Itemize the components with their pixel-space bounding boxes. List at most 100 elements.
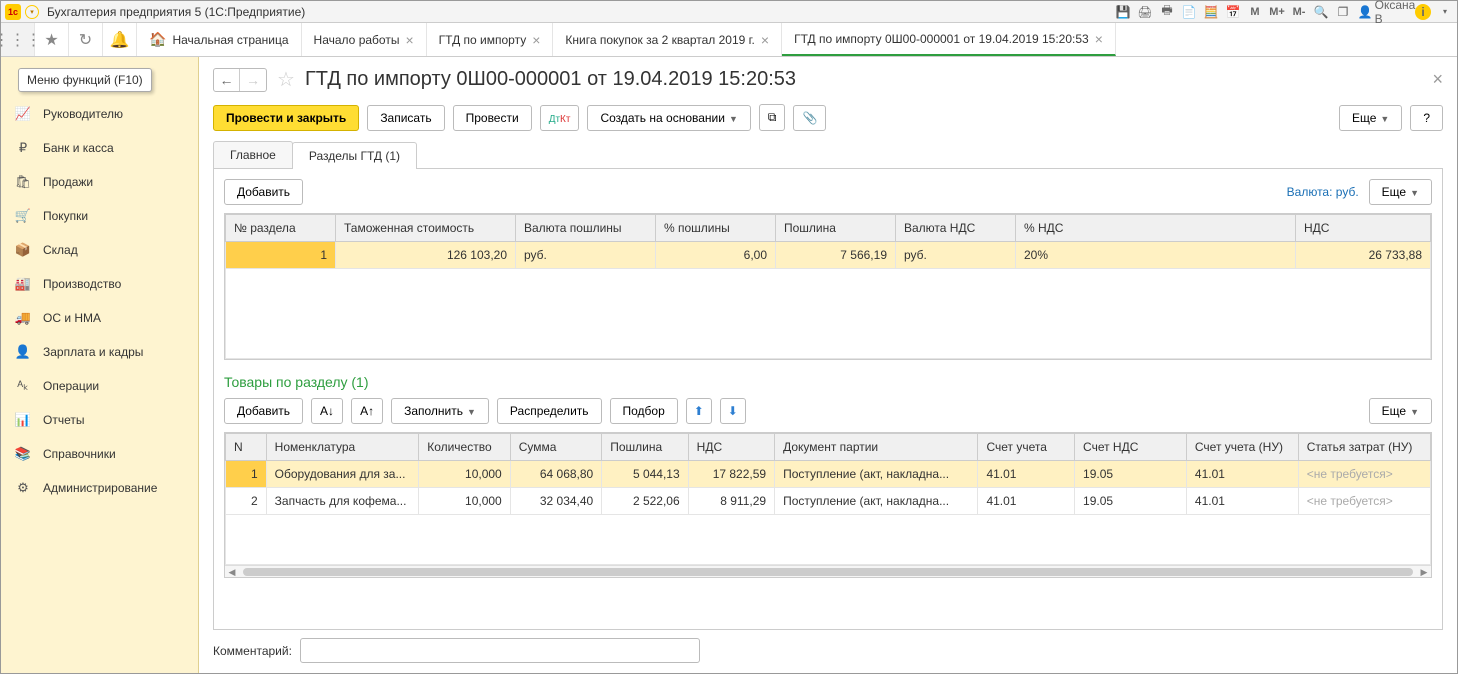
- print-preview-icon[interactable]: 🖶: [1159, 4, 1175, 20]
- document-icon[interactable]: 📄: [1181, 4, 1197, 20]
- goods-table[interactable]: N Номенклатура Количество Сумма Пошлина …: [224, 432, 1432, 578]
- add-good-button[interactable]: Добавить: [224, 398, 303, 424]
- comment-input[interactable]: [300, 638, 700, 663]
- col-customs-cost[interactable]: Таможенная стоимость: [336, 215, 516, 242]
- sidebar-item-manager[interactable]: 📈Руководителю: [1, 97, 198, 131]
- close-icon[interactable]: ×: [405, 32, 413, 48]
- menu-grid-icon[interactable]: ⋮⋮⋮: [1, 23, 35, 56]
- col-section-n[interactable]: № раздела: [226, 215, 336, 242]
- attach-button[interactable]: 📎: [793, 105, 826, 131]
- help-button[interactable]: ?: [1410, 105, 1443, 131]
- notifications-icon[interactable]: 🔔: [103, 23, 137, 56]
- col-vat-cur[interactable]: Валюта НДС: [896, 215, 1016, 242]
- dtkt-button[interactable]: ДтКт: [540, 105, 580, 131]
- col-batch[interactable]: Документ партии: [775, 434, 978, 461]
- save-icon[interactable]: 💾: [1115, 4, 1131, 20]
- home-icon: 🏠: [149, 31, 166, 48]
- table-row[interactable]: 1 126 103,20 руб. 6,00 7 566,19 руб. 20%…: [226, 242, 1431, 269]
- save-button[interactable]: Записать: [367, 105, 444, 131]
- currency-link[interactable]: Валюта: руб.: [1287, 185, 1359, 199]
- user-name[interactable]: Оксана В: [1387, 4, 1403, 20]
- tab-gtd-list[interactable]: ГТД по импорту ×: [427, 23, 554, 56]
- m-minus-icon[interactable]: M-: [1291, 4, 1307, 20]
- print-icon[interactable]: 🖨: [1137, 4, 1153, 20]
- app-dropdown-icon[interactable]: ▾: [25, 5, 39, 19]
- sections-table[interactable]: № раздела Таможенная стоимость Валюта по…: [224, 213, 1432, 360]
- goods-more-button[interactable]: Еще▼: [1369, 398, 1432, 424]
- sidebar-item-purchases[interactable]: 🛒Покупки: [1, 199, 198, 233]
- info-dd-icon[interactable]: ▾: [1437, 4, 1453, 20]
- nav-back-icon[interactable]: ←: [214, 69, 240, 91]
- scrollbar-thumb[interactable]: [243, 568, 1413, 576]
- sidebar-item-bank[interactable]: ₽Банк и касса: [1, 131, 198, 165]
- horizontal-scrollbar[interactable]: ◀ ▶: [225, 565, 1431, 577]
- move-down-button[interactable]: ⬇: [720, 398, 746, 424]
- col-acc[interactable]: Счет учета: [978, 434, 1075, 461]
- post-close-button[interactable]: Провести и закрыть: [213, 105, 359, 131]
- sections-more-button[interactable]: Еще▼: [1369, 179, 1432, 205]
- zoom-icon[interactable]: 🔍: [1313, 4, 1329, 20]
- goods-toolbar: Добавить A↓ A↑ Заполнить▼ Распределить П…: [224, 398, 1432, 424]
- create-based-button[interactable]: Создать на основании▼: [587, 105, 750, 131]
- titlebar-icons: 💾 🖨 🖶 📄 🧮 📅 M M+ M- 🔍 ❐ 👤 Оксана В i ▾: [1115, 4, 1453, 20]
- col-vat-pct[interactable]: % НДС: [1016, 215, 1296, 242]
- col-exp[interactable]: Статья затрат (НУ): [1298, 434, 1430, 461]
- calculator-icon[interactable]: 🧮: [1203, 4, 1219, 20]
- col-nomenclature[interactable]: Номенклатура: [266, 434, 419, 461]
- close-doc-icon[interactable]: ×: [1432, 69, 1443, 90]
- sidebar-item-warehouse[interactable]: 📦Склад: [1, 233, 198, 267]
- sidebar-item-payroll[interactable]: 👤Зарплата и кадры: [1, 335, 198, 369]
- calendar-icon[interactable]: 📅: [1225, 4, 1241, 20]
- m-icon[interactable]: M: [1247, 4, 1263, 20]
- col-n[interactable]: N: [226, 434, 267, 461]
- m-plus-icon[interactable]: M+: [1269, 4, 1285, 20]
- favorite-icon[interactable]: ★: [35, 23, 69, 56]
- select-button[interactable]: Подбор: [610, 398, 678, 424]
- structure-button[interactable]: ⧉: [759, 104, 786, 131]
- post-button[interactable]: Провести: [453, 105, 532, 131]
- col-vat[interactable]: НДС: [1296, 215, 1431, 242]
- window-icon[interactable]: ❐: [1335, 4, 1351, 20]
- sort-desc-button[interactable]: A↑: [351, 398, 383, 424]
- move-up-button[interactable]: ⬆: [686, 398, 712, 424]
- tab-sections[interactable]: Разделы ГТД (1): [292, 142, 417, 169]
- col-duty[interactable]: Пошлина: [602, 434, 688, 461]
- col-sum[interactable]: Сумма: [510, 434, 602, 461]
- col-duty-pct[interactable]: % пошлины: [656, 215, 776, 242]
- nav-forward-icon[interactable]: →: [240, 69, 266, 91]
- col-vat[interactable]: НДС: [688, 434, 774, 461]
- sidebar-item-operations[interactable]: ᴬₖОперации: [1, 369, 198, 403]
- tab-purchase-book[interactable]: Книга покупок за 2 квартал 2019 г. ×: [553, 23, 782, 56]
- col-duty[interactable]: Пошлина: [776, 215, 896, 242]
- more-button[interactable]: Еще▼: [1339, 105, 1402, 131]
- star-icon[interactable]: ☆: [277, 67, 295, 92]
- table-row[interactable]: 1 Оборудования для за... 10,000 64 068,8…: [226, 461, 1431, 488]
- close-icon[interactable]: ×: [761, 32, 769, 48]
- sidebar-item-assets[interactable]: 🚚ОС и НМА: [1, 301, 198, 335]
- scroll-left-icon[interactable]: ◀: [225, 566, 239, 578]
- tab-start[interactable]: Начало работы ×: [302, 23, 427, 56]
- col-acc-nu[interactable]: Счет учета (НУ): [1186, 434, 1298, 461]
- info-icon[interactable]: i: [1415, 4, 1431, 20]
- close-icon[interactable]: ×: [1095, 31, 1103, 47]
- tab-home[interactable]: 🏠 Начальная страница: [137, 23, 302, 56]
- sidebar-item-sales[interactable]: 🛍Продажи: [1, 165, 198, 199]
- col-duty-cur[interactable]: Валюта пошлины: [516, 215, 656, 242]
- sidebar-item-production[interactable]: 🏭Производство: [1, 267, 198, 301]
- col-qty[interactable]: Количество: [419, 434, 511, 461]
- scroll-right-icon[interactable]: ▶: [1417, 566, 1431, 578]
- close-icon[interactable]: ×: [532, 32, 540, 48]
- col-vat-acc[interactable]: Счет НДС: [1075, 434, 1187, 461]
- sort-asc-button[interactable]: A↓: [311, 398, 343, 424]
- sidebar-item-catalogs[interactable]: 📚Справочники: [1, 437, 198, 471]
- distribute-button[interactable]: Распределить: [497, 398, 602, 424]
- tab-main[interactable]: Главное: [213, 141, 293, 168]
- user-icon[interactable]: 👤: [1357, 4, 1373, 20]
- tab-gtd-doc[interactable]: ГТД по импорту 0Ш00-000001 от 19.04.2019…: [782, 23, 1116, 56]
- history-icon[interactable]: ↻: [69, 23, 103, 56]
- sidebar-item-reports[interactable]: 📊Отчеты: [1, 403, 198, 437]
- fill-button[interactable]: Заполнить▼: [391, 398, 489, 424]
- add-section-button[interactable]: Добавить: [224, 179, 303, 205]
- sidebar-item-admin[interactable]: ⚙Администрирование: [1, 471, 198, 505]
- table-row[interactable]: 2 Запчасть для кофема... 10,000 32 034,4…: [226, 488, 1431, 515]
